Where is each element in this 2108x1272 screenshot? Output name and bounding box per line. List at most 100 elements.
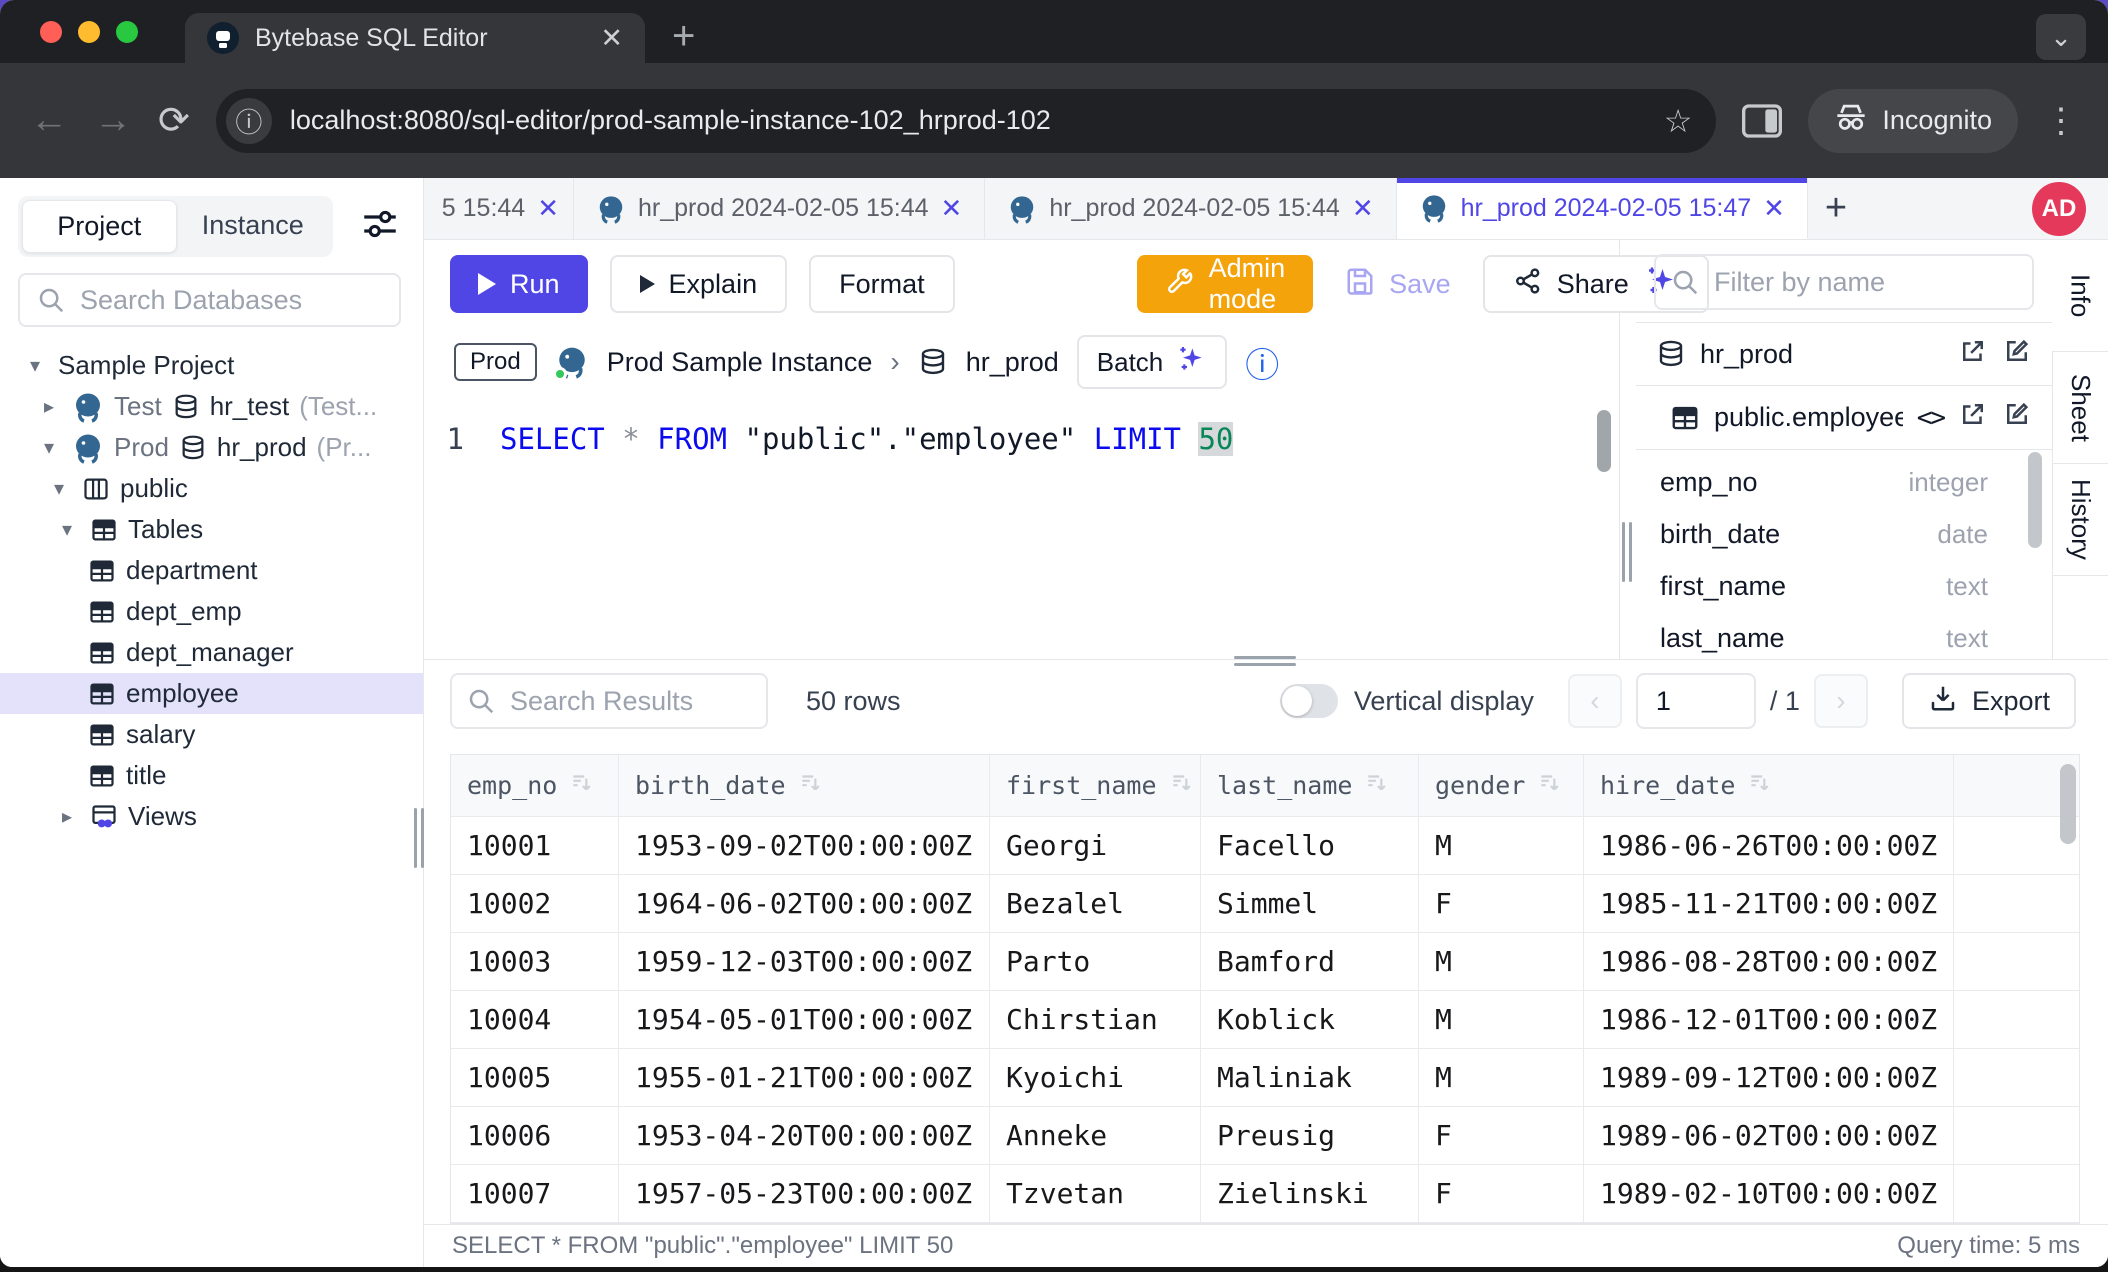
tree-item-project[interactable]: ▾ Sample Project [0,345,423,386]
caret-right-icon[interactable]: ▸ [36,394,62,419]
query-tab-2[interactable]: hr_prod 2024-02-05 15:44✕ [574,178,985,239]
panel-resize-handle[interactable] [1622,522,1632,582]
column-header-last_name[interactable]: last_name [1201,755,1419,817]
filter-settings-icon[interactable] [359,203,401,250]
tree-item-table-dept_manager[interactable]: dept_manager [0,632,423,673]
window-zoom-button[interactable] [116,21,138,43]
back-icon[interactable]: ← [30,99,68,142]
batch-button[interactable]: Batch [1077,335,1228,389]
add-query-tab-button[interactable]: + [1808,178,1864,239]
caret-right-icon[interactable]: ▸ [54,804,80,829]
run-button[interactable]: Run [450,255,588,313]
browser-menu-icon[interactable]: ⋮ [2044,101,2078,141]
tab-instance[interactable]: Instance [177,200,330,253]
sql-token: SELECT [500,422,605,456]
edit-icon[interactable] [2002,399,2032,436]
side-panel-icon[interactable] [1742,104,1782,138]
column-header-birth_date[interactable]: birth_date [619,755,990,817]
results-resize-handle[interactable] [1234,656,1296,666]
site-info-icon[interactable]: ⓘ [226,98,272,144]
avatar[interactable]: AD [2032,182,2086,236]
tree-item-views[interactable]: ▸ Views [0,796,423,837]
tree-item-table-department[interactable]: department [0,550,423,591]
bookmark-star-icon[interactable]: ☆ [1664,102,1705,140]
prev-page-button[interactable]: ‹ [1568,674,1622,728]
column-header-hire_date[interactable]: hire_date [1584,755,1954,817]
database-name[interactable]: hr_prod [966,347,1059,378]
close-icon[interactable]: ✕ [1352,193,1374,224]
tree-item-table-employee[interactable]: employee [0,673,423,714]
info-icon[interactable]: ⓘ [1245,338,1279,387]
table-icon [1670,403,1700,433]
tree-item-tables[interactable]: ▾ Tables [0,509,423,550]
save-button[interactable]: Save [1335,255,1461,313]
page-input[interactable]: 1 [1636,673,1756,729]
caret-down-icon[interactable]: ▾ [54,517,80,542]
instance-name[interactable]: Prod Sample Instance [607,347,873,378]
table-row-5: 100051955-01-21T00:00:00ZKyoichiMaliniak… [451,1049,2079,1107]
results-scrollbar[interactable] [2060,764,2076,844]
sql-token [640,422,657,456]
sort-icon[interactable] [569,770,595,802]
search-results-input[interactable]: Search Results [450,673,768,729]
tab-search-button[interactable]: ⌄ [2036,14,2086,60]
format-button[interactable]: Format [809,255,955,313]
explain-button[interactable]: Explain [610,255,788,313]
window-close-button[interactable] [40,21,62,43]
share-icon [1513,266,1543,303]
next-page-button[interactable]: › [1814,674,1868,728]
sql-editor[interactable]: 1 SELECT * FROM "public"."employee" LIMI… [424,396,1619,659]
caret-down-icon[interactable]: ▾ [22,353,48,378]
window-minimize-button[interactable] [78,21,100,43]
close-icon[interactable]: ✕ [537,193,559,224]
url-bar[interactable]: ⓘ localhost:8080/sql-editor/prod-sample-… [216,89,1717,153]
column-header-gender[interactable]: gender [1419,755,1584,817]
tab-close-icon[interactable]: ✕ [600,23,623,54]
schema-scrollbar[interactable] [2028,452,2042,548]
close-icon[interactable]: ✕ [1763,193,1785,224]
tree-item-schema-public[interactable]: ▾ public [0,468,423,509]
tree-item-hr-test[interactable]: ▸ Test hr_test (Test... [0,386,423,427]
tree-item-table-salary[interactable]: salary [0,714,423,755]
schema-database-row[interactable]: hr_prod [1636,322,2052,386]
caret-down-icon[interactable]: ▾ [36,435,62,460]
edit-icon[interactable] [2002,336,2032,373]
admin-mode-button[interactable]: Admin mode [1137,255,1314,313]
tree-item-table-title[interactable]: title [0,755,423,796]
tab-project[interactable]: Project [22,200,177,253]
tab-history[interactable]: History [2053,464,2108,576]
sort-icon[interactable] [1747,770,1773,802]
export-button[interactable]: Export [1902,673,2076,729]
caret-down-icon[interactable]: ▾ [46,476,72,501]
query-tab-4[interactable]: hr_prod 2024-02-05 15:47✕ [1397,178,1808,239]
reload-icon[interactable]: ⟳ [158,98,190,143]
forward-icon[interactable]: → [94,99,132,142]
tree-item-table-dept_emp[interactable]: dept_emp [0,591,423,632]
sidebar-resize-handle[interactable] [414,808,424,868]
schema-table-row[interactable]: public.employee <> [1636,386,2052,450]
sort-icon[interactable] [798,770,824,802]
table-row-4: 100041954-05-01T00:00:00ZChirstianKoblic… [451,991,2079,1049]
filter-by-name-input[interactable]: Filter by name [1654,254,2034,310]
search-databases-input[interactable]: Search Databases [18,273,401,327]
tree-item-hr-prod[interactable]: ▾ Prod hr_prod (Pr... [0,427,423,468]
table-cell: 10002 [451,875,619,933]
tab-sheet[interactable]: Sheet [2053,352,2108,464]
code-icon[interactable]: <> [1917,403,1944,433]
query-tab-3[interactable]: hr_prod 2024-02-05 15:44✕ [985,178,1396,239]
column-header-emp_no[interactable]: emp_no [451,755,619,817]
close-icon[interactable]: ✕ [941,193,963,224]
query-tab-1[interactable]: 5 15:44✕ [424,178,574,239]
external-link-icon[interactable] [1958,336,1988,373]
vertical-display-toggle[interactable] [1280,684,1338,718]
sort-icon[interactable] [1364,770,1390,802]
sort-icon[interactable] [1537,770,1563,802]
editor-scrollbar[interactable] [1597,410,1611,472]
sort-icon[interactable] [1169,770,1195,802]
new-tab-button[interactable]: + [672,12,695,60]
tab-info[interactable]: Info [2052,240,2108,352]
external-link-icon[interactable] [1958,399,1988,436]
column-name: emp_no [1660,467,1909,498]
browser-tab[interactable]: Bytebase SQL Editor ✕ [185,13,645,63]
column-header-first_name[interactable]: first_name [990,755,1201,817]
